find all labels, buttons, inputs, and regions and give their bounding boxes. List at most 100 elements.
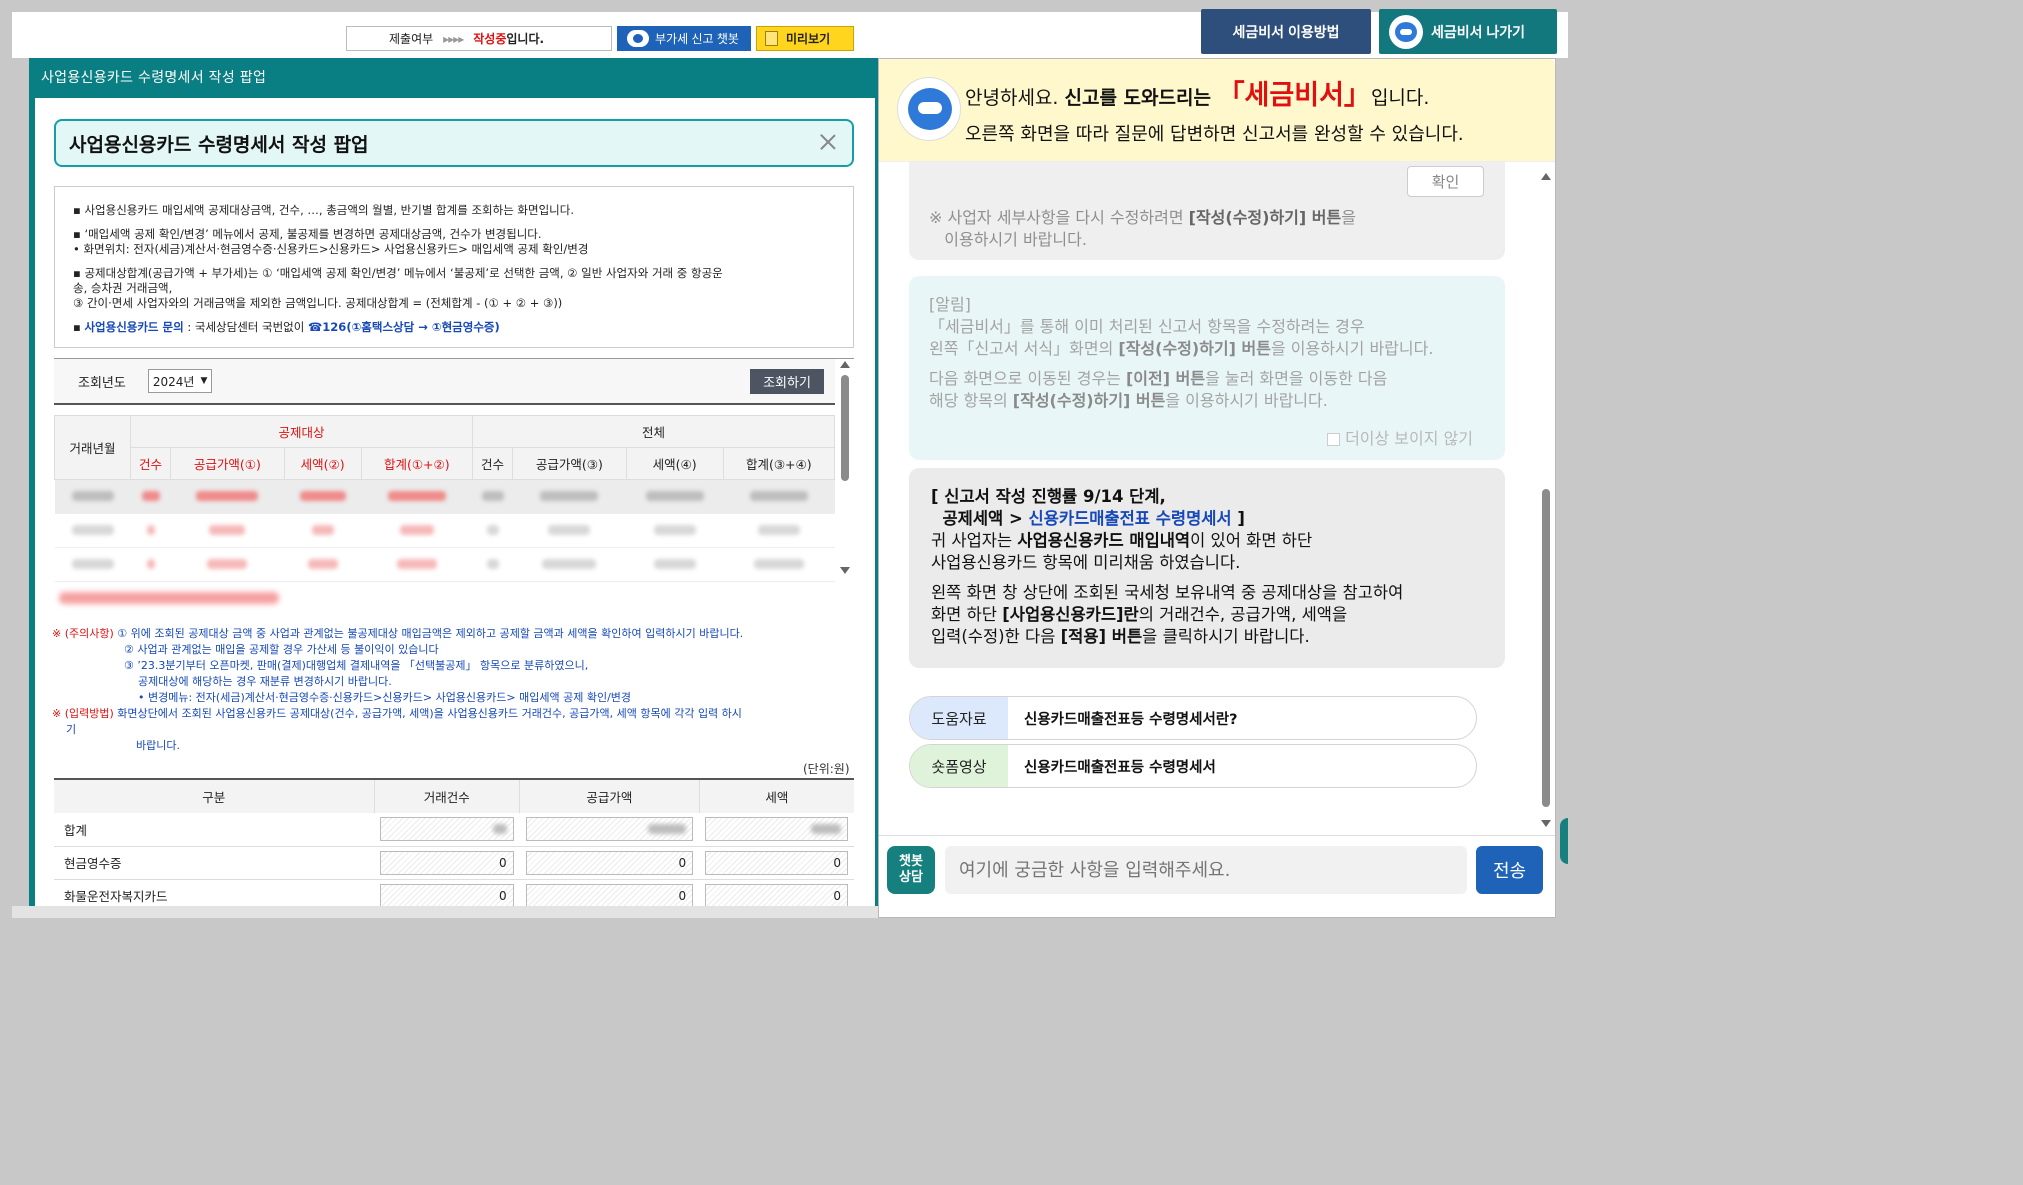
alert-l3c: 을 눌러 화면을 이동한 다음 bbox=[1205, 369, 1388, 388]
vat-chatbot-button[interactable]: 부가세 신고 챗봇 bbox=[617, 26, 751, 51]
notice-line-2a: ▪ ‘매입세액 공제 확인/변경’ 메뉴에서 공제, 불공제를 변경하면 공제대… bbox=[73, 227, 542, 241]
popup-inner-title: 사업용신용카드 수령명세서 작성 팝업 bbox=[54, 119, 854, 167]
caution-notes: ※ (주의사항) ① 위에 조회된 공제대상 금액 중 사업과 관계없는 불공제… bbox=[52, 626, 852, 754]
main-p5c: 을 클릭하시기 바랍니다. bbox=[1142, 627, 1310, 646]
chatbot-badge-label: 챗봇 상담 bbox=[899, 854, 923, 885]
form-link[interactable]: 신용카드매출전표 수령명세서 bbox=[1029, 509, 1232, 528]
year-select[interactable]: 2024년 ▼ bbox=[147, 369, 212, 393]
shortform-video-link[interactable]: 숏폼영상 신용카드매출전표등 수령명세서 bbox=[909, 744, 1477, 788]
send-button[interactable]: 전송 bbox=[1476, 846, 1543, 894]
table-row bbox=[54, 547, 835, 582]
main-line-4: 화면 하단 [사업용신용카드]란의 거래건수, 공급가액, 세액을 bbox=[931, 604, 1483, 626]
help-material-title: 신용카드매출전표등 수령명세서란? bbox=[1024, 711, 1238, 728]
col-ded-supply: 공급가액(①) bbox=[170, 447, 285, 480]
top-note-a: ※ 사업자 세부사항을 다시 수정하려면 bbox=[929, 208, 1189, 227]
notice-line-4: ▪ 사업용신용카드 문의 : 국세상담센터 국번없이 ☎126(①홈택스상담 →… bbox=[73, 320, 500, 334]
popup-heading: 사업용신용카드 수령명세서 작성 팝업 bbox=[69, 133, 369, 156]
tax-secretary-guide-button[interactable]: 세금비서 이용방법 bbox=[1201, 9, 1371, 54]
progress-h2c: ] bbox=[1231, 509, 1245, 528]
query-section: 조회년도 2024년 ▼ 조회하기 거래년월 공제대상 전체 건수 공급가액(①… bbox=[54, 358, 854, 584]
cash-receipt-supply-field[interactable]: 0 bbox=[525, 850, 694, 875]
unit-label: (단위:원) bbox=[803, 762, 850, 776]
main-p1b: 사업용신용카드 매입내역 bbox=[1017, 531, 1191, 550]
progress-heading-2: 공제세액 > 신용카드매출전표 수령명세서 ] bbox=[931, 508, 1483, 530]
query-button[interactable]: 조회하기 bbox=[750, 369, 824, 394]
alert-line-1: 「세금비서」를 통해 이미 처리된 신고서 항목을 수정하려는 경우 bbox=[929, 317, 1365, 336]
scroll-down-icon[interactable] bbox=[1541, 820, 1551, 827]
alert-bubble: [알림] 「세금비서」를 통해 이미 처리된 신고서 항목을 수정하려는 경우 … bbox=[909, 276, 1505, 460]
welfare-card-supply-field[interactable]: 0 bbox=[525, 883, 694, 908]
caution-label: (주의사항) bbox=[64, 627, 114, 640]
progress-heading-1: [ 신고서 작성 진행률 9/14 단계, bbox=[931, 487, 1166, 506]
horizontal-scrollbar[interactable] bbox=[12, 906, 881, 918]
message-bubble: 확인 ※ 사업자 세부사항을 다시 수정하려면 [작성(수정)하기] 버튼을 이… bbox=[909, 162, 1505, 260]
input-method-1b: 기 bbox=[66, 723, 77, 736]
col-ded-count: 건수 bbox=[129, 447, 172, 480]
preview-button[interactable]: 미리보기 bbox=[756, 26, 854, 51]
main-p1a: 귀 사업자는 bbox=[931, 531, 1018, 550]
table-row: 현금영수증 0 0 0 bbox=[54, 846, 854, 880]
greet-pre: 안녕하세요. bbox=[965, 87, 1065, 109]
scroll-thumb[interactable] bbox=[1542, 489, 1550, 807]
table-scrollbar[interactable] bbox=[838, 359, 852, 584]
alert-l4b: [작성(수정)하기] 버튼 bbox=[1012, 391, 1166, 410]
status-value: 작성중 bbox=[473, 32, 507, 46]
col-trade-month: 거래년월 bbox=[54, 415, 131, 480]
caution-3: ③ ’23.3분기부터 오픈마켓, 판매(결제)대행업체 결제내역을 「선택불공… bbox=[124, 659, 589, 672]
chat-input[interactable] bbox=[945, 846, 1467, 894]
chat-input-bar: 챗봇 상담 전송 bbox=[879, 835, 1555, 917]
col-all-supply: 공급가액(③) bbox=[512, 447, 627, 480]
dont-show-again[interactable]: 더이상 보이지 않기 bbox=[1327, 428, 1473, 450]
dont-show-checkbox[interactable] bbox=[1327, 432, 1341, 446]
scroll-down-icon[interactable] bbox=[840, 567, 850, 574]
confirm-button[interactable]: 확인 bbox=[1407, 166, 1484, 197]
main-line-3: 왼쪽 화면 창 상단에 조회된 국세청 보유내역 중 공제대상을 참고하여 bbox=[931, 583, 1404, 602]
input-method-1: 화면상단에서 조회된 사업용신용카드 공제대상(건수, 공급가액, 세액)을 사… bbox=[113, 707, 742, 720]
main-p4b: [사업용신용카드]란 bbox=[1002, 605, 1139, 624]
notice-box: ▪ 사업용신용카드 매입세액 공제대상금액, 건수, …, 총금액의 월별, 반… bbox=[54, 186, 854, 348]
input-method-2: 바랍니다. bbox=[136, 739, 180, 752]
caution-2: ② 사업과 관계없는 매입을 공제할 경우 가산세 등 불이익이 있습니다 bbox=[124, 643, 439, 656]
welfare-card-tax-field[interactable]: 0 bbox=[705, 883, 848, 908]
dont-show-label: 더이상 보이지 않기 bbox=[1345, 429, 1473, 448]
side-tab[interactable] bbox=[1560, 818, 1568, 864]
mascot-icon bbox=[1389, 14, 1423, 49]
alert-line-3: 다음 화면으로 이동된 경우는 [이전] 버튼을 눌러 화면을 이동한 다음 bbox=[929, 368, 1485, 390]
card-inquiry-link[interactable]: 사업용신용카드 문의 bbox=[84, 320, 183, 334]
close-icon[interactable] bbox=[818, 132, 838, 152]
scroll-thumb[interactable] bbox=[841, 375, 849, 481]
chat-scrollbar[interactable] bbox=[1539, 171, 1553, 831]
greet-brand: 「세금비서」 bbox=[1217, 80, 1371, 111]
scroll-up-icon[interactable] bbox=[840, 361, 850, 368]
main-line-5: 입력(수정)한 다음 [적용] 버튼을 클릭하시기 바랍니다. bbox=[931, 626, 1483, 648]
caution-4: 공제대상에 해당하는 경우 재분류 변경하시기 바랍니다. bbox=[138, 675, 392, 688]
col-all-tax: 세액(④) bbox=[625, 447, 724, 480]
col-ded-sum: 합계(①+②) bbox=[360, 447, 473, 480]
main-p4c: 의 거래건수, 공급가액, 세액을 bbox=[1138, 605, 1348, 624]
chatbot-consult-badge[interactable]: 챗봇 상담 bbox=[887, 846, 935, 894]
col-all-count: 건수 bbox=[471, 447, 514, 480]
greeting-line-1: 안녕하세요. 신고를 도와드리는 「세금비서」입니다. bbox=[965, 73, 1429, 112]
alert-l2b: [작성(수정)하기] 버튼 bbox=[1118, 339, 1271, 358]
blurred-link bbox=[59, 592, 279, 604]
query-year-label: 조회년도 bbox=[78, 375, 126, 391]
top-note: ※ 사업자 세부사항을 다시 수정하려면 [작성(수정)하기] 버튼을 이용하시… bbox=[929, 207, 1356, 251]
card-statement-popup: 사업용신용카드 수령명세서 작성 팝업 사업용신용카드 수령명세서 작성 팝업 … bbox=[29, 58, 881, 918]
main-line-2: 사업용신용카드 항목에 미리채움 하였습니다. bbox=[931, 553, 1241, 572]
cash-receipt-count-field[interactable]: 0 bbox=[380, 850, 514, 875]
notice-line-3a: ▪ 공제대상합계(공급가액 + 부가세)는 ① ‘매입세액 공제 확인/변경’ … bbox=[73, 266, 723, 280]
submission-status: 제출여부 ▸▸▸▸ 작성중 입니다. bbox=[346, 26, 612, 51]
tax-secretary-exit-button[interactable]: 세금비서 나가기 bbox=[1379, 9, 1557, 54]
alert-l3a: 다음 화면으로 이동된 경우는 bbox=[929, 369, 1126, 388]
status-arrows: ▸▸▸▸ bbox=[443, 31, 464, 46]
row-label: 현금영수증 bbox=[54, 846, 374, 880]
alert-l4c: 을 이용하시기 바랍니다. bbox=[1165, 391, 1328, 410]
scroll-up-icon[interactable] bbox=[1541, 173, 1551, 180]
table-row bbox=[54, 479, 835, 514]
col-tax: 세액 bbox=[698, 778, 854, 813]
help-material-link[interactable]: 도움자료 신용카드매출전표등 수령명세서란? bbox=[909, 696, 1477, 740]
welfare-card-count-field[interactable]: 0 bbox=[380, 883, 514, 908]
chevron-down-icon: ▼ bbox=[200, 376, 208, 386]
cash-receipt-tax-field[interactable]: 0 bbox=[705, 850, 848, 875]
alert-l4a: 해당 항목의 bbox=[929, 391, 1013, 410]
